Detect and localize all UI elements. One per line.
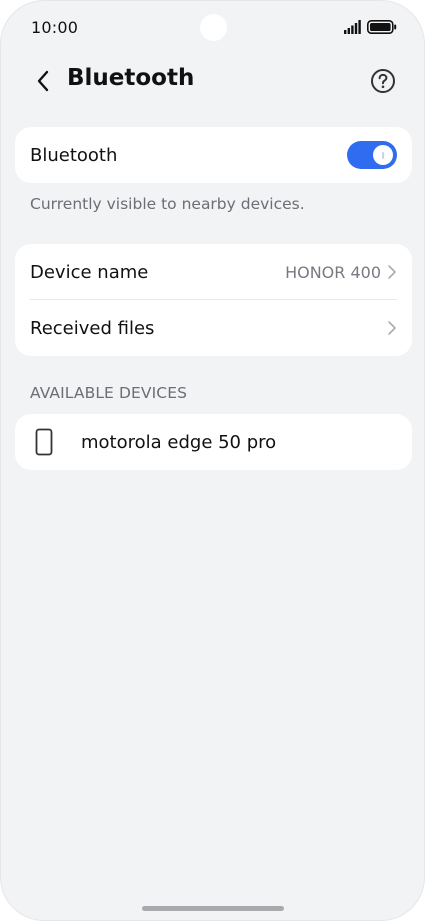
home-indicator[interactable] <box>142 906 284 911</box>
back-button[interactable] <box>29 67 57 95</box>
status-time: 10:00 <box>31 18 79 37</box>
phone-screen: 10:00 Bluetooth Bluetooth Currently visi… <box>0 0 425 921</box>
device-list-item[interactable]: motorola edge 50 pro <box>15 414 412 470</box>
battery-icon <box>367 20 397 34</box>
available-devices-header: AVAILABLE DEVICES <box>30 384 188 402</box>
chevron-right-icon <box>388 265 396 279</box>
device-list-item-name: motorola edge 50 pro <box>81 431 277 453</box>
visibility-text: Currently visible to nearby devices. <box>30 195 305 213</box>
device-name-label: Device name <box>30 261 149 283</box>
status-bar: 10:00 <box>1 1 424 55</box>
bluetooth-toggle[interactable] <box>347 141 397 169</box>
device-name-row[interactable]: Device name HONOR 400 <box>15 244 412 300</box>
camera-cutout <box>200 14 227 41</box>
received-files-label: Received files <box>30 317 155 339</box>
available-devices-card: motorola edge 50 pro <box>15 414 412 470</box>
page-title: Bluetooth <box>67 65 195 91</box>
toggle-knob <box>373 145 393 165</box>
signal-icon <box>344 20 361 34</box>
phone-icon <box>35 428 53 456</box>
header: Bluetooth <box>1 55 424 107</box>
bluetooth-toggle-row[interactable]: Bluetooth <box>15 127 412 183</box>
settings-card: Device name HONOR 400 Received files <box>15 244 412 356</box>
received-files-row[interactable]: Received files <box>15 300 412 356</box>
chevron-right-icon <box>388 321 396 335</box>
help-circle-icon[interactable] <box>369 67 397 95</box>
toggle-knob-mark <box>382 151 384 159</box>
bluetooth-label: Bluetooth <box>30 144 118 166</box>
chevron-left-icon <box>37 70 49 92</box>
bluetooth-card: Bluetooth <box>15 127 412 183</box>
device-name-value: HONOR 400 <box>285 262 381 282</box>
